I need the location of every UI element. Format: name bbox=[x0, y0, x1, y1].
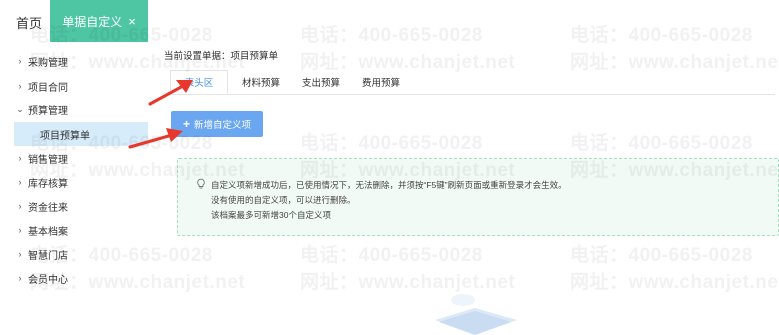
sidebar-item-label: 资金往来 bbox=[28, 202, 68, 214]
watermark-site: 网址：www.chanjet.net bbox=[30, 160, 246, 181]
watermark-phone: 电话：400-665-0028 bbox=[300, 25, 483, 46]
watermark-site: 网址：www.chanjet.net bbox=[30, 272, 246, 293]
chevron-right-icon: › bbox=[18, 273, 22, 283]
sidebar-item-label: 基本档案 bbox=[28, 226, 68, 238]
watermark-site: 网址：www.chanjet.net bbox=[300, 160, 516, 181]
sidebar-item-label: 预算管理 bbox=[28, 105, 68, 117]
watermark-phone: 电话：400-665-0028 bbox=[570, 133, 753, 154]
watermark-phone: 电话：400-665-0028 bbox=[30, 245, 213, 266]
notice-line: 没有使用的自定义项，可以进行删除。 bbox=[211, 195, 356, 205]
chevron-right-icon: › bbox=[18, 201, 22, 211]
watermark-phone: 电话：400-665-0028 bbox=[570, 25, 753, 46]
watermark-site: 网址：www.chanjet.net bbox=[300, 272, 516, 293]
watermark-phone: 电话：400-665-0028 bbox=[570, 245, 753, 266]
watermark-phone: 电话：400-665-0028 bbox=[300, 133, 483, 154]
chevron-right-icon: › bbox=[18, 249, 22, 259]
watermark-site: 网址：www.chanjet.net bbox=[570, 272, 779, 293]
watermark-phone: 电话：400-665-0028 bbox=[300, 245, 483, 266]
watermark-site: 网址：www.chanjet.net bbox=[570, 160, 779, 181]
chevron-down-icon: ⌄ bbox=[16, 103, 24, 114]
chevron-right-icon: › bbox=[18, 81, 22, 91]
watermark-site: 网址：www.chanjet.net bbox=[570, 52, 779, 73]
sidebar-item-basic-archive[interactable]: › 基本档案 bbox=[0, 218, 148, 242]
sidebar-item-budget[interactable]: ⌄ 预算管理 bbox=[0, 97, 148, 121]
chevron-right-icon: › bbox=[18, 177, 22, 187]
sidebar-item-label: 项目合同 bbox=[28, 82, 68, 94]
chevron-right-icon: › bbox=[18, 56, 22, 66]
chevron-right-icon: › bbox=[18, 153, 22, 163]
chevron-right-icon: › bbox=[18, 225, 22, 235]
watermark-site: 网址：www.chanjet.net bbox=[30, 52, 246, 73]
sidebar-item-project-contract[interactable]: › 项目合同 bbox=[0, 74, 148, 98]
notice-line: 该档案最多可新增30个自定义项 bbox=[211, 210, 331, 220]
sidebar-item-funds[interactable]: › 资金往来 bbox=[0, 194, 148, 218]
watermark-phone: 电话：400-665-0028 bbox=[30, 25, 213, 46]
watermark-phone: 电话：400-665-0028 bbox=[30, 133, 213, 154]
watermark-site: 网址：www.chanjet.net bbox=[300, 52, 516, 73]
